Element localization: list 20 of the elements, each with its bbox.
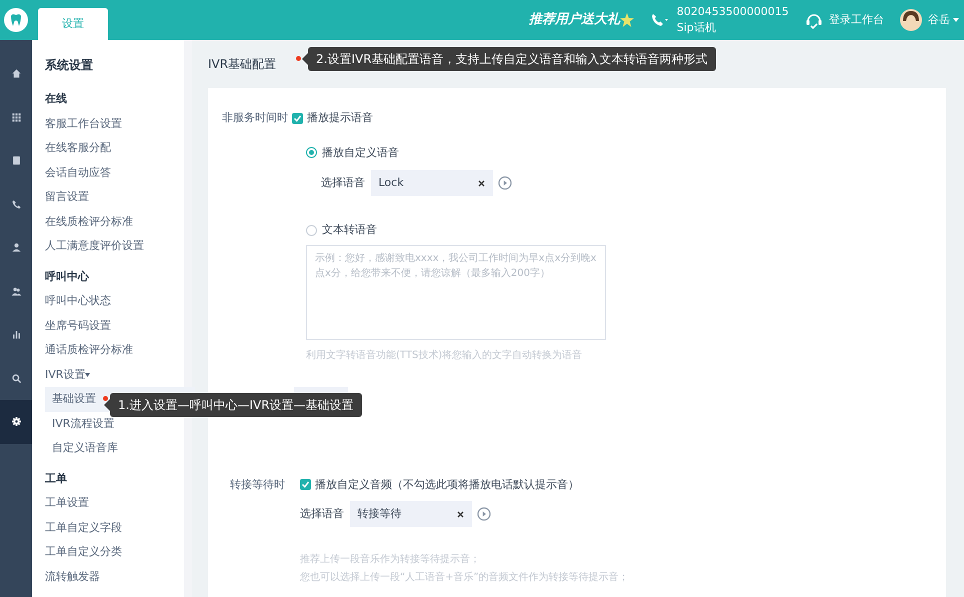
field-label: 选择语音	[321, 174, 365, 191]
checkbox-label: 播放自定义音频（不勾选此项将播放电话默认提示音）	[315, 476, 579, 492]
sidebar-title: 系统设置	[45, 56, 94, 74]
field-label: 非服务时间时	[222, 110, 289, 126]
hint-text: 您也可以选择上传一段“人工语音+音乐”的音频文件作为转接等待提示音；	[300, 570, 630, 585]
page-title: IVR基础配置	[208, 56, 276, 73]
select-value: Lock	[378, 174, 404, 191]
select-value: 转接等待	[358, 506, 402, 522]
radio-label: 文本转语音	[322, 222, 377, 238]
phone-number: 8020453500000015	[676, 4, 789, 20]
field-label: 转接等待时	[230, 476, 286, 492]
line-type: Sip话机	[676, 20, 717, 36]
hint-text: 推荐上传一段音乐作为转接等待提示音；	[300, 552, 481, 567]
sidebar-heading: 呼叫中心	[45, 268, 90, 284]
radio-label: 播放自定义语音	[322, 144, 399, 160]
hint-text: 利用文字转语音功能(TTS技术)将您输入的文字自动转换为语音	[306, 348, 584, 362]
sidebar-heading: 工单	[45, 470, 68, 486]
checkbox-label: 播放提示语音	[307, 110, 373, 126]
sidebar-heading: 在线	[45, 91, 68, 107]
field-label: 选择语音	[300, 506, 344, 522]
